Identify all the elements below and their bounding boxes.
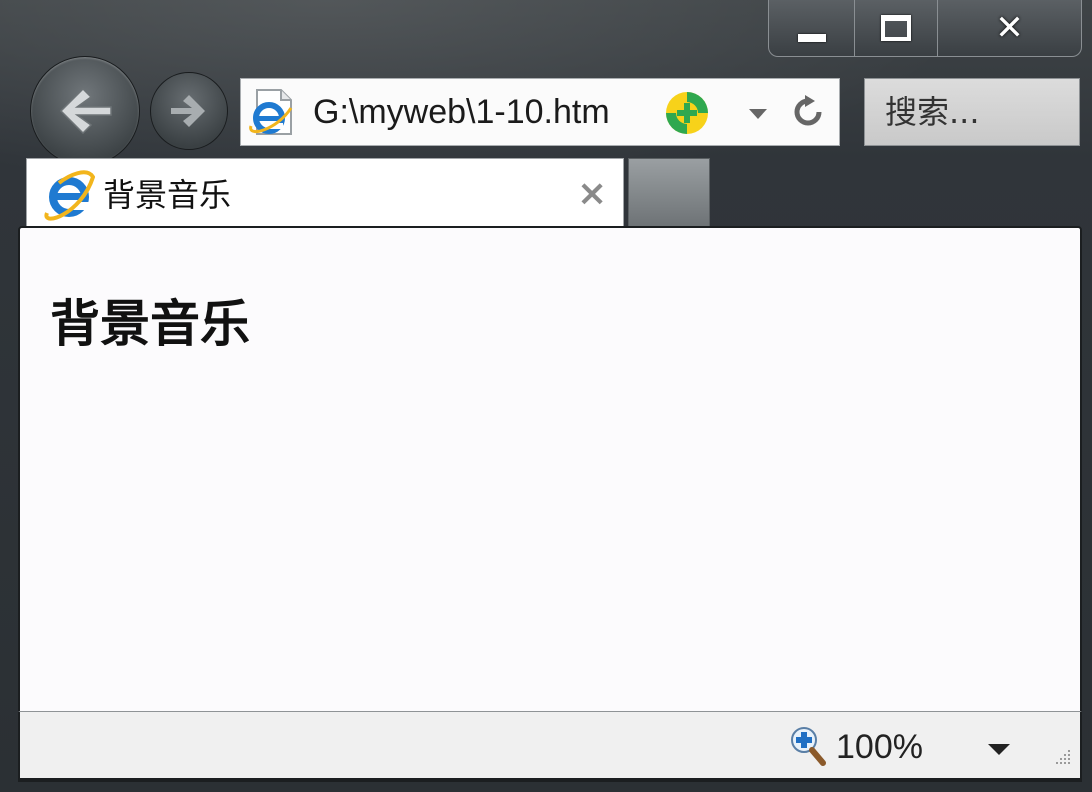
close-window-button[interactable]: ✕ [938, 0, 1081, 56]
forward-arrow-icon [171, 95, 205, 127]
resize-grip-icon[interactable] [1050, 746, 1072, 768]
address-dropdown-icon[interactable] [749, 109, 767, 119]
ie-logo-icon [44, 170, 95, 221]
tab-title: 背景音乐 [103, 176, 232, 214]
minimize-icon [797, 34, 826, 42]
browser-window: ✕ G:\myweb\1-10.htm 搜索... 背景音乐 × 背景音乐 10… [0, 0, 1092, 792]
tab-close-icon[interactable]: × [577, 171, 607, 217]
address-bar[interactable]: G:\myweb\1-10.htm [240, 78, 840, 146]
status-bar: 100% [18, 711, 1082, 780]
back-arrow-icon [59, 87, 112, 135]
zoom-dropdown-icon[interactable] [988, 744, 1010, 755]
maximize-icon [881, 15, 912, 41]
zoom-icon[interactable] [790, 726, 826, 766]
forward-button[interactable] [150, 72, 228, 150]
search-placeholder[interactable]: 搜索... [885, 79, 980, 145]
add-favorite-icon[interactable] [663, 89, 711, 137]
maximize-button[interactable] [855, 0, 938, 56]
caption-buttons: ✕ [768, 0, 1082, 57]
page-heading: 背景音乐 [50, 294, 250, 353]
address-text[interactable]: G:\myweb\1-10.htm [313, 79, 649, 145]
search-box[interactable]: 搜索... [864, 78, 1080, 146]
new-tab-button[interactable] [628, 158, 710, 229]
refresh-icon[interactable] [789, 93, 827, 131]
close-icon: ✕ [995, 8, 1024, 48]
tab-active[interactable]: 背景音乐 × [26, 158, 624, 229]
content-area: 背景音乐 [18, 226, 1082, 782]
back-button[interactable] [30, 56, 140, 166]
minimize-button[interactable] [769, 0, 856, 56]
zoom-level[interactable]: 100% [836, 712, 923, 782]
ie-page-icon [249, 89, 293, 135]
